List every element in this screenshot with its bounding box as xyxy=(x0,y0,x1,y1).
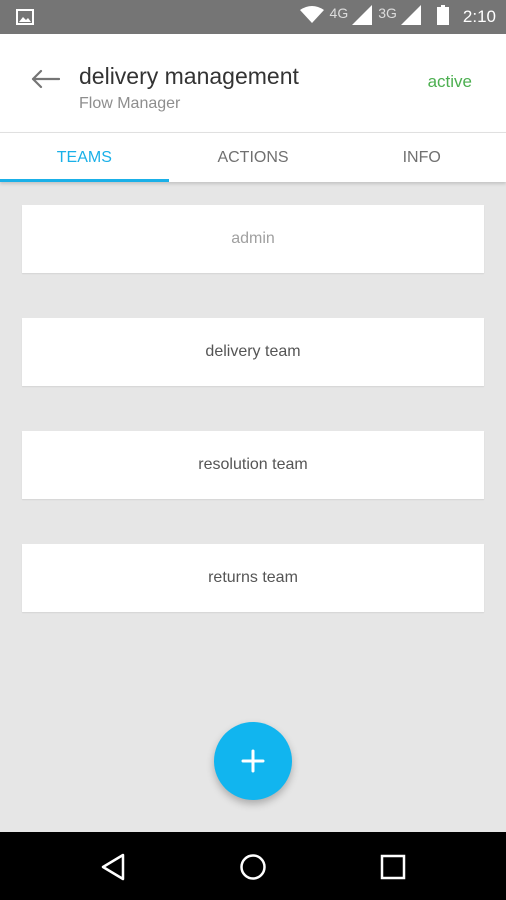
home-circle-icon xyxy=(240,854,266,880)
battery-icon xyxy=(436,4,449,30)
plus-icon xyxy=(241,749,265,773)
network-type-label: 4G xyxy=(329,5,349,21)
signal-icon xyxy=(352,4,373,30)
nav-back-button[interactable] xyxy=(98,852,128,882)
team-item-resolution[interactable]: resolution team xyxy=(22,431,484,499)
wifi-icon xyxy=(299,5,324,29)
signal-icon xyxy=(400,4,421,30)
network-type-label: 3G xyxy=(378,5,397,21)
clock: 2:10 xyxy=(462,7,496,26)
page-title: delivery management xyxy=(79,63,299,89)
team-item-returns[interactable]: returns team xyxy=(22,544,484,612)
recents-square-icon xyxy=(380,854,406,880)
team-item-delivery[interactable]: delivery team xyxy=(22,318,484,386)
tab-actions[interactable]: ACTIONS xyxy=(169,133,338,182)
tab-teams[interactable]: TEAMS xyxy=(0,133,169,182)
status-bar: 4G 3G 2:10 xyxy=(0,0,506,34)
arrow-left-icon xyxy=(31,69,60,89)
back-triangle-icon xyxy=(101,853,125,881)
team-item-admin[interactable]: admin xyxy=(22,205,484,273)
tab-bar: TEAMS ACTIONS INFO xyxy=(0,132,506,182)
status-badge: active xyxy=(427,72,472,91)
nav-recents-button[interactable] xyxy=(378,852,408,882)
tab-info[interactable]: INFO xyxy=(337,133,506,182)
nav-home-button[interactable] xyxy=(238,852,268,882)
app-header: delivery management Flow Manager active xyxy=(0,34,506,132)
page-subtitle: Flow Manager xyxy=(79,95,181,112)
gallery-icon xyxy=(16,9,34,30)
back-button[interactable] xyxy=(28,64,62,94)
system-nav-bar xyxy=(0,832,506,900)
add-team-button[interactable] xyxy=(214,722,292,800)
